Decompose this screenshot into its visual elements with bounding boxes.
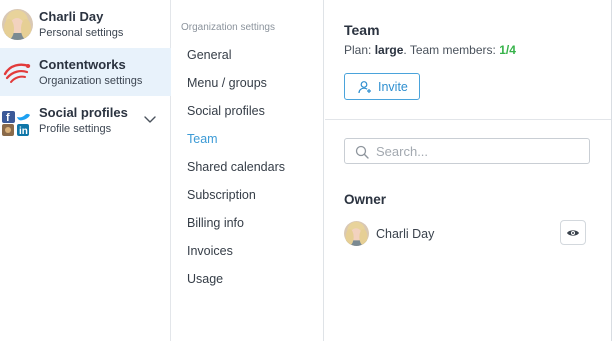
plan-info: Plan: large. Team members: 1/4 <box>344 43 516 57</box>
menu-item-menu-groups[interactable]: Menu / groups <box>187 76 267 90</box>
contentworks-logo <box>2 57 33 88</box>
menu-item-shared-calendars[interactable]: Shared calendars <box>187 160 285 174</box>
plan-prefix: Plan: <box>344 43 375 57</box>
app-window: Charli Day Personal settings Contentwork… <box>0 0 612 341</box>
menu-item-general[interactable]: General <box>187 48 231 62</box>
search-input[interactable] <box>376 142 576 160</box>
page-title: Team <box>344 22 380 38</box>
eye-icon <box>567 229 579 236</box>
social-network-icon-grid: f in <box>2 105 33 136</box>
search-icon <box>355 145 369 159</box>
chevron-down-icon[interactable] <box>143 114 157 124</box>
menu-heading: Organization settings <box>181 22 275 33</box>
menu-item-billing-info[interactable]: Billing info <box>187 216 244 230</box>
owner-name: Charli Day <box>376 227 435 241</box>
members-ratio: 1/4 <box>499 43 516 57</box>
user-avatar <box>2 9 33 40</box>
owner-avatar <box>344 221 369 246</box>
team-panel: Team Plan: large. Team members: 1/4 Invi… <box>325 0 611 341</box>
svg-text:in: in <box>19 126 28 136</box>
menu-item-invoices[interactable]: Invoices <box>187 244 233 258</box>
svg-text:f: f <box>6 112 10 124</box>
menu-item-social-profiles[interactable]: Social profiles <box>187 104 265 118</box>
account-sidebar: Charli Day Personal settings Contentwork… <box>0 0 171 341</box>
plan-name: large <box>374 43 404 57</box>
invite-label: Invite <box>378 79 408 94</box>
menu-item-usage[interactable]: Usage <box>187 272 223 286</box>
account-personal[interactable]: Charli Day Personal settings <box>0 0 171 48</box>
account-name: Charli Day <box>39 9 104 24</box>
view-member-button[interactable] <box>560 220 586 245</box>
settings-menu: Organization settings General Menu / gro… <box>172 0 324 341</box>
add-user-icon <box>358 80 371 93</box>
invite-button[interactable]: Invite <box>344 73 420 100</box>
account-subtitle: Profile settings <box>39 123 112 135</box>
menu-item-team[interactable]: Team <box>187 132 218 146</box>
account-name: Social profiles <box>39 105 128 120</box>
account-subtitle: Organization settings <box>39 75 143 87</box>
account-subtitle: Personal settings <box>39 27 124 39</box>
account-name: Contentworks <box>39 57 126 72</box>
members-prefix: . Team members: <box>403 43 500 57</box>
section-divider <box>325 119 611 120</box>
member-search[interactable] <box>344 138 590 164</box>
owner-heading: Owner <box>344 192 387 207</box>
menu-item-subscription[interactable]: Subscription <box>187 188 256 202</box>
account-organization[interactable]: Contentworks Organization settings <box>0 48 171 96</box>
